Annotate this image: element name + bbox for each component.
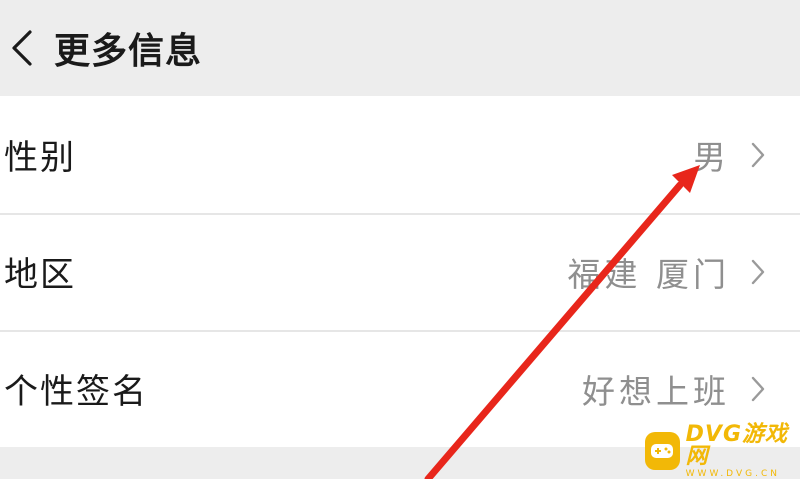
row-value: 好想上班 (582, 371, 730, 411)
row-label: 性别 (4, 138, 76, 178)
back-button[interactable] (0, 18, 44, 78)
page-title: 更多信息 (54, 31, 203, 72)
row-value: 福建 厦门 (567, 254, 730, 294)
row-label: 地区 (4, 255, 76, 295)
row-label: 个性签名 (4, 372, 148, 412)
watermark: DVG游戏网 WWW.DVG.CN (645, 423, 800, 478)
gamepad-icon (645, 432, 680, 470)
row-region[interactable]: 地区 福建 厦门 (0, 213, 800, 330)
more-info-screen: 更多信息 性别 男 地区 福建 厦门 个性签名 好想上班 DVG游戏网 WWW.… (0, 0, 800, 479)
chevron-left-icon (12, 30, 32, 66)
nav-header: 更多信息 (0, 0, 800, 96)
chevron-right-icon (730, 369, 786, 409)
row-value: 男 (693, 137, 730, 177)
chevron-right-icon (730, 252, 786, 292)
info-list: 性别 男 地区 福建 厦门 个性签名 好想上班 (0, 96, 800, 447)
watermark-subtext: WWW.DVG.CN (685, 468, 780, 479)
chevron-right-icon (730, 135, 786, 175)
row-gender[interactable]: 性别 男 (0, 96, 800, 213)
watermark-text: DVG游戏网 (685, 421, 789, 469)
